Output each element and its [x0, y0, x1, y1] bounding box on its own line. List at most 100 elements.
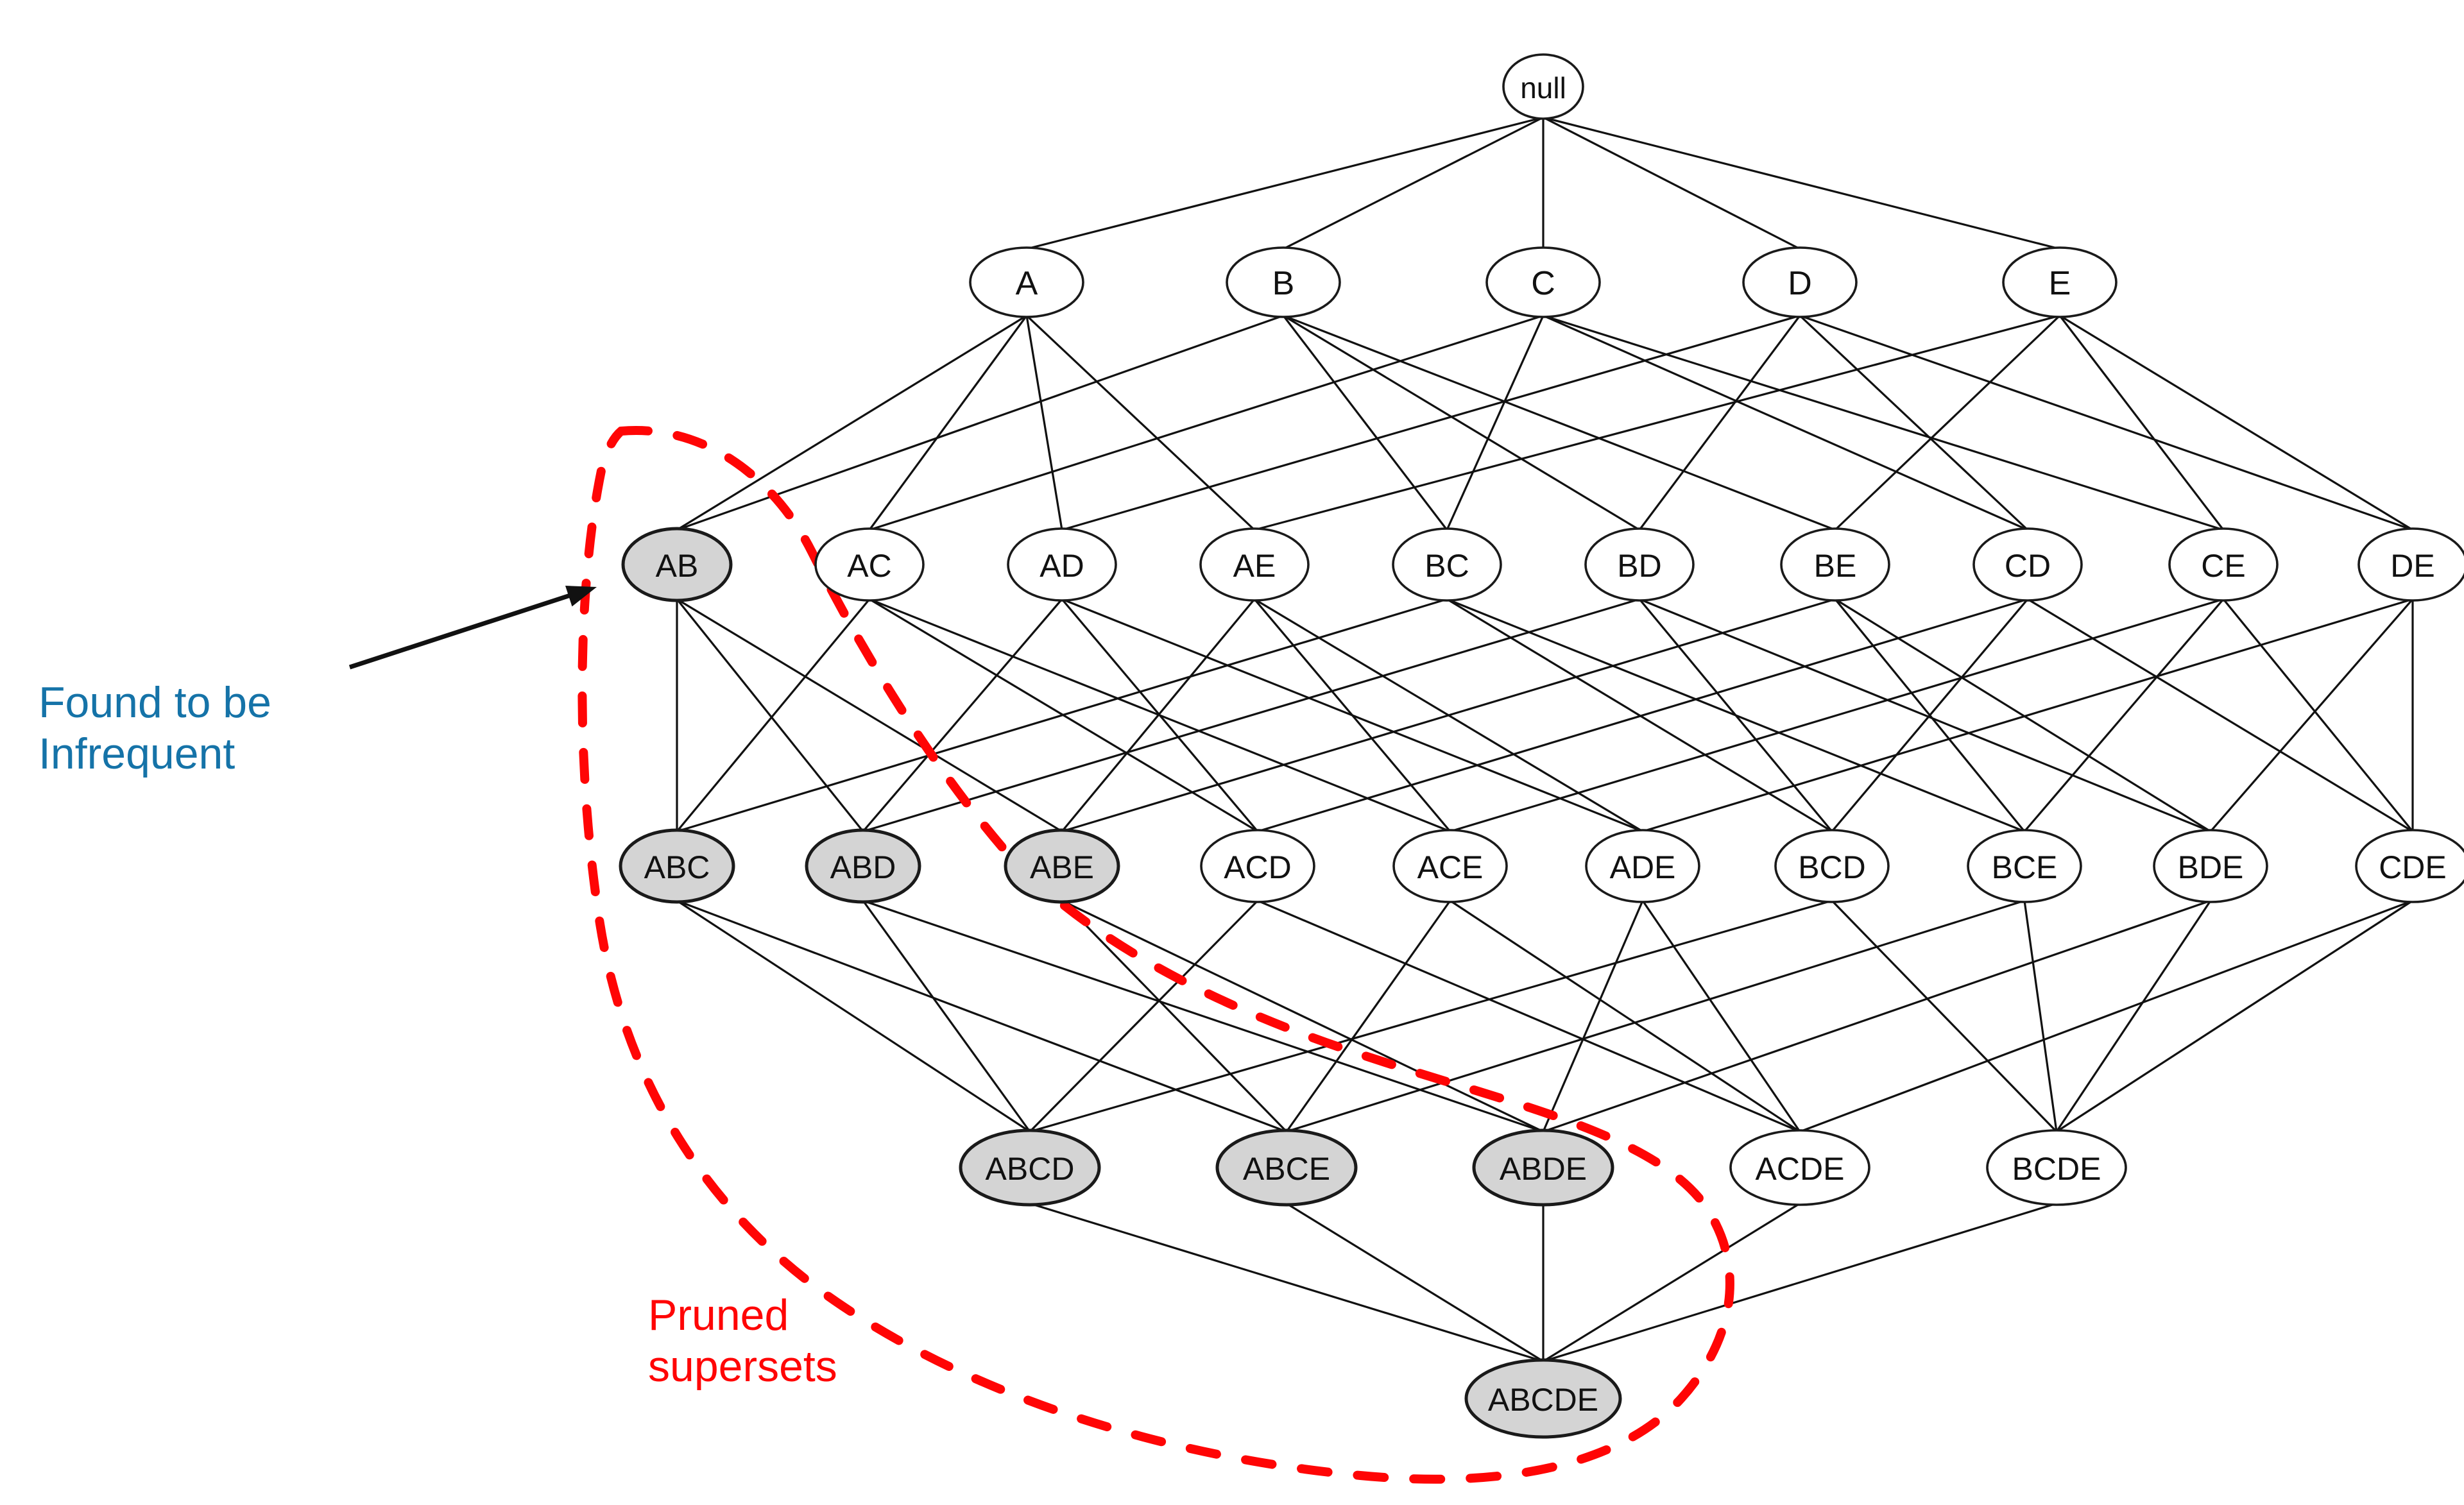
node-label: E: [2049, 265, 2071, 302]
node-label: ABE: [1030, 849, 1094, 885]
lattice-edge: [869, 314, 1544, 531]
lattice-node-c[interactable]: C: [1485, 246, 1601, 318]
lattice-node-abde[interactable]: ABDE: [1472, 1128, 1614, 1207]
lattice-edge: [1543, 1202, 2057, 1363]
node-label: ACDE: [1756, 1151, 1845, 1187]
lattice-node-ade[interactable]: ADE: [1585, 829, 1700, 903]
lattice-node-ac[interactable]: AC: [814, 527, 925, 602]
node-label: AD: [1040, 548, 1084, 584]
itemset-lattice-graph: nullA B C D EAB AC AD AE BC BD BE CD CE DEABC ABD ABE AC…: [348, 53, 2464, 1484]
node-label: null: [1520, 71, 1566, 105]
lattice-edge: [2027, 598, 2413, 833]
lattice-edge: [1450, 598, 2224, 833]
lattice-node-acde[interactable]: ACDE: [1729, 1129, 1870, 1206]
lattice-node-ab[interactable]: AB: [621, 527, 733, 602]
lattice-node-acd[interactable]: ACD: [1200, 829, 1315, 903]
node-label: ACE: [1417, 849, 1484, 885]
lattice-node-bde[interactable]: BDE: [2153, 829, 2268, 903]
lattice-edge: [676, 598, 1448, 833]
lattice-edge: [1061, 598, 1836, 833]
lattice-edge: [1642, 598, 2413, 833]
lattice-node-b[interactable]: B: [1226, 246, 1341, 318]
node-label: BD: [1617, 548, 1661, 584]
lattice-edge: [862, 598, 1640, 833]
node-label: CDE: [2379, 849, 2447, 885]
lattice-edge: [676, 314, 1284, 531]
lattice-edge: [1831, 899, 2058, 1133]
lattice-node-ad[interactable]: AD: [1007, 527, 1117, 602]
node-label: DE: [2390, 548, 2434, 584]
node-label: ABCD: [986, 1151, 1075, 1187]
lattice-edge: [1542, 900, 1644, 1132]
node-label: AC: [847, 548, 891, 584]
lattice-edge: [676, 899, 1287, 1133]
node-label: ABCE: [1243, 1151, 1330, 1187]
lattice-node-abd[interactable]: ABD: [805, 828, 921, 904]
node-label: BE: [1814, 548, 1857, 584]
lattice-node-d[interactable]: D: [1742, 246, 1858, 318]
lattice-node-bcd[interactable]: BCD: [1774, 829, 1890, 903]
lattice-edge: [1025, 315, 1063, 531]
lattice-edge: [1543, 314, 2028, 531]
lattice-edge: [1831, 598, 2029, 833]
lattice-node-ae[interactable]: AE: [1199, 527, 1310, 602]
node-label: B: [1272, 265, 1295, 302]
node-label: A: [1016, 265, 1038, 302]
lattice-node-abcd[interactable]: ABCD: [959, 1128, 1101, 1207]
node-label: ADE: [1610, 849, 1676, 885]
lattice-edge: [1834, 314, 2061, 531]
lattice-edge: [1638, 315, 1801, 531]
lattice-node-null[interactable]: null: [1502, 53, 1584, 120]
node-label: CE: [2201, 548, 2245, 584]
node-label: CD: [2005, 548, 2051, 584]
lattice-node-a[interactable]: A: [969, 246, 1084, 318]
lattice-edge: [1254, 314, 2060, 531]
lattice-edge: [1025, 314, 1256, 531]
lattice-edge: [862, 899, 1544, 1133]
diagram-canvas: null A B C D E AB AC AD AE BC BD BE CD CE DE ABC ABD ABE AC…: [0, 0, 2464, 1505]
lattice-edge: [1799, 899, 2413, 1133]
lattice-node-e[interactable]: E: [2002, 246, 2118, 318]
node-label: ABDE: [1500, 1151, 1587, 1187]
lattice-node-bcde[interactable]: BCDE: [1986, 1129, 2127, 1206]
node-label: BDE: [2178, 849, 2244, 885]
lattice-edge: [1286, 1202, 1544, 1363]
lattice-edge: [1543, 1202, 1801, 1363]
lattice-node-be[interactable]: BE: [1780, 527, 1890, 602]
node-label: ACD: [1224, 849, 1292, 885]
lattice-node-cde[interactable]: CDE: [2355, 829, 2464, 903]
lattice-node-ace[interactable]: ACE: [1392, 829, 1508, 903]
lattice-edge: [1061, 899, 1288, 1133]
lattice-edge: [1543, 314, 2224, 531]
lattice-node-bce[interactable]: BCE: [1967, 829, 2082, 903]
lattice-edge: [1286, 899, 2025, 1133]
node-label: AE: [1233, 548, 1276, 584]
lattice-node-ce[interactable]: CE: [2168, 527, 2279, 602]
lattice-node-abcde[interactable]: ABCDE: [1464, 1358, 1622, 1439]
lattice-edge: [1061, 899, 1544, 1133]
lattice-node-abce[interactable]: ABCE: [1215, 1128, 1358, 1207]
lattice-edge: [1543, 116, 1801, 250]
node-label: D: [1788, 265, 1812, 302]
pruned-supersets-label: Pruned supersets: [648, 1291, 837, 1391]
lattice-node-bd[interactable]: BD: [1584, 527, 1695, 602]
lattice-edge: [1285, 900, 1451, 1132]
lattice-node-bc[interactable]: BC: [1392, 527, 1502, 602]
lattice-edge: [676, 314, 1027, 531]
found-to-be-infrequent-label: Found to be Infrequent: [38, 678, 271, 779]
lattice-edge: [2058, 315, 2225, 531]
arrow-shaft: [348, 590, 581, 670]
lattice-node-abc[interactable]: ABC: [619, 828, 735, 904]
lattice-edge: [1835, 598, 2211, 833]
lattice-node-de[interactable]: DE: [2357, 527, 2464, 602]
lattice-node-cd[interactable]: CD: [1972, 527, 2083, 602]
lattice-edge: [676, 899, 1031, 1133]
lattice-node-abe[interactable]: ABE: [1004, 828, 1120, 904]
lattice-edge: [1257, 598, 2028, 833]
lattice-edge: [1029, 1202, 1544, 1363]
lattice-edge: [676, 598, 1063, 833]
node-label: ABD: [830, 849, 896, 885]
lattice-edge: [1638, 598, 1833, 833]
lattice-edge: [2222, 598, 2414, 833]
lattice-edge: [1061, 314, 1801, 531]
